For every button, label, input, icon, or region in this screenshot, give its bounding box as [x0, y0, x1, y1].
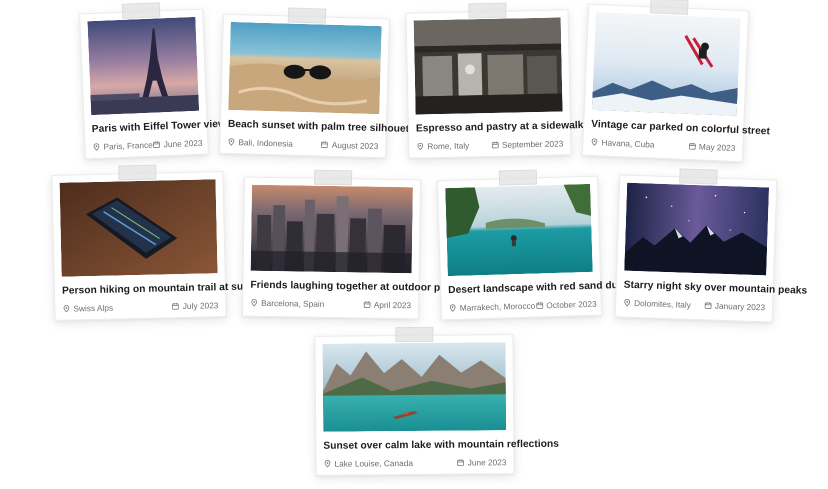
date: August 2023	[321, 139, 378, 151]
card-title: Beach sunset with palm tree silhouettes	[227, 118, 425, 136]
date: September 2023	[491, 138, 563, 150]
calendar-icon	[535, 301, 543, 309]
date: July 2023	[172, 300, 218, 311]
photo-sunglasses-beach	[228, 21, 382, 115]
photo-eiffel-tower	[87, 16, 200, 116]
card-title: Friends laughing together at outdoor par…	[250, 279, 460, 295]
photo-skier	[591, 12, 741, 117]
photo-card[interactable]: Starry night sky over mountain peaks Dol…	[614, 168, 808, 323]
tape-strip	[121, 2, 161, 19]
photo-infinity-pool	[445, 183, 593, 277]
tape-strip	[467, 2, 507, 19]
calendar-icon	[363, 300, 371, 309]
calendar-icon	[491, 141, 499, 149]
tape-strip	[118, 164, 157, 181]
date: January 2023	[704, 300, 765, 312]
photo-mountain-lake	[322, 342, 507, 432]
location: Lake Louise, Canada	[323, 458, 413, 469]
photo-city-skyline	[250, 184, 413, 274]
calendar-icon	[457, 459, 465, 467]
map-pin-icon	[250, 299, 258, 307]
photo-card[interactable]: Vintage car parked on colorful street Ha…	[581, 0, 771, 163]
map-pin-icon	[623, 299, 631, 307]
map-pin-icon	[590, 138, 598, 146]
location: Marrakech, Morocco	[449, 301, 535, 314]
tape-strip	[679, 168, 718, 185]
calendar-icon	[321, 140, 329, 149]
tape-strip	[313, 169, 352, 186]
calendar-icon	[704, 301, 712, 309]
photo-card[interactable]: Paris with Eiffel Tower view Paris, Fran…	[79, 2, 227, 160]
map-pin-icon	[92, 143, 100, 151]
photo-card[interactable]: Sunset over calm lake with mountain refl…	[314, 326, 559, 476]
location: Rome, Italy	[416, 140, 469, 151]
date: June 2023	[457, 457, 507, 468]
map-pin-icon	[449, 304, 457, 312]
date: April 2023	[363, 299, 411, 310]
photo-milky-way	[624, 182, 770, 276]
card-title: Sunset over calm lake with mountain refl…	[323, 438, 559, 452]
location: Dolomites, Italy	[623, 298, 691, 310]
location: Barcelona, Spain	[250, 298, 324, 309]
photo-card[interactable]: Person hiking on mountain trail at sunri…	[51, 164, 268, 321]
tape-strip	[498, 169, 537, 186]
calendar-icon	[153, 140, 161, 149]
tape-strip	[649, 0, 689, 15]
card-title: Paris with Eiffel Tower view	[91, 118, 227, 136]
map-pin-icon	[227, 138, 235, 146]
calendar-icon	[688, 142, 696, 150]
tape-strip	[394, 326, 433, 343]
card-title: Espresso and pastry at a sidewalk cafe	[415, 119, 608, 135]
photo-card[interactable]: Friends laughing together at outdoor par…	[241, 169, 460, 320]
map-pin-icon	[323, 460, 331, 468]
date: October 2023	[535, 299, 597, 311]
calendar-icon	[172, 302, 180, 310]
photo-card[interactable]: Beach sunset with palm tree silhouettes …	[219, 7, 425, 159]
location: Paris, France	[92, 140, 153, 152]
date: May 2023	[688, 141, 736, 153]
map-pin-icon	[416, 142, 424, 151]
card-title: Vintage car parked on colorful street	[590, 118, 771, 138]
location: Bali, Indonesia	[227, 137, 293, 149]
photo-smartphone	[59, 179, 218, 277]
location: Havana, Cuba	[590, 137, 655, 150]
location: Swiss Alps	[62, 303, 113, 314]
photo-espresso-machine	[413, 17, 563, 115]
card-title: Desert landscape with red sand dunes	[448, 279, 636, 297]
map-pin-icon	[62, 305, 70, 313]
tape-strip	[287, 7, 326, 24]
photo-card[interactable]: Desert landscape with red sand dunes Mar…	[436, 169, 636, 321]
photo-card[interactable]: Espresso and pastry at a sidewalk cafe R…	[405, 2, 608, 159]
card-title: Person hiking on mountain trail at sunri…	[61, 281, 268, 297]
card-title: Starry night sky over mountain peaks	[623, 279, 808, 297]
date: June 2023	[153, 138, 203, 150]
